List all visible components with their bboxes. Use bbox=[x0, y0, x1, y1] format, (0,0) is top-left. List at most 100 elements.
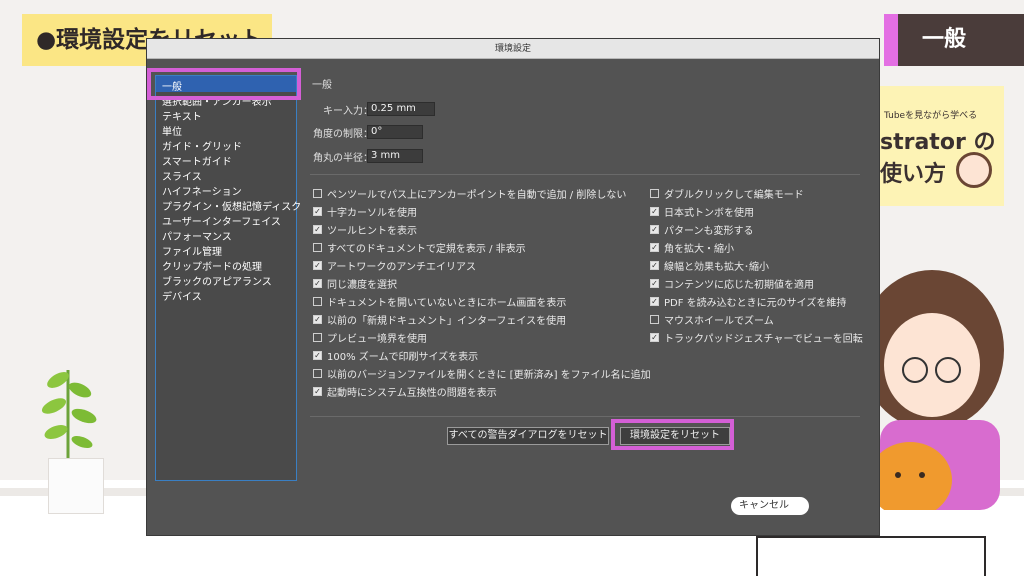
checkbox-label: トラックパッドジェスチャーでビューを回転 bbox=[664, 334, 863, 345]
checkbox-pdf-original-size[interactable]: ✓ PDF を読み込むときに元のサイズを維持 bbox=[650, 294, 846, 309]
checkmark-icon[interactable]: ✓ bbox=[313, 387, 322, 396]
checkbox-box[interactable] bbox=[650, 315, 659, 324]
checkbox-home-screen[interactable]: ドキュメントを開いていないときにホーム画面を表示 bbox=[313, 294, 566, 309]
sidebar-item-clipboard[interactable]: クリップボードの処理 bbox=[162, 258, 262, 273]
checkmark-icon[interactable]: ✓ bbox=[313, 207, 322, 216]
checkbox-box[interactable] bbox=[313, 333, 322, 342]
checkmark-icon[interactable]: ✓ bbox=[313, 225, 322, 234]
checkbox-legacy-new-document[interactable]: ✓ 以前の「新規ドキュメント」インターフェイスを使用 bbox=[313, 312, 566, 327]
promo-subtitle: Tubeを見ながら学べる bbox=[884, 111, 978, 121]
sidebar-item-devices[interactable]: デバイス bbox=[162, 288, 202, 303]
checkbox-label: プレビュー境界を使用 bbox=[327, 334, 427, 345]
checkbox-anti-aliased-artwork[interactable]: ✓ アートワークのアンチエイリアス bbox=[313, 258, 476, 273]
cancel-button[interactable]: キャンセル bbox=[730, 496, 810, 516]
checkbox-box[interactable] bbox=[313, 297, 322, 306]
checkbox-double-click-isolate[interactable]: ダブルクリックして編集モード bbox=[650, 186, 804, 201]
checkbox-label: 角を拡大・縮小 bbox=[664, 244, 734, 255]
checkbox-label: 線幅と効果も拡大･縮小 bbox=[664, 262, 769, 273]
constrain-angle-label: 角度の制限： bbox=[313, 129, 373, 140]
checkbox-trackpad-rotate-view[interactable]: ✓ トラックパッドジェスチャーでビューを回転 bbox=[650, 330, 863, 345]
checkbox-content-aware-defaults[interactable]: ✓ コンテンツに応じた初期値を適用 bbox=[650, 276, 814, 291]
sidebar-item-units[interactable]: 単位 bbox=[162, 123, 182, 138]
corner-radius-input[interactable]: 3 mm bbox=[367, 149, 423, 163]
checkbox-label: ペンツールでパス上にアンカーポイントを自動で追加 / 削除しない bbox=[327, 190, 627, 201]
preferences-sidebar: 一般 選択範囲・アンカー表示 テキスト 単位 ガイド・グリッド スマートガイド … bbox=[155, 75, 301, 481]
desk bbox=[756, 536, 986, 576]
checkbox-rulers-all-docs[interactable]: すべてのドキュメントで定規を表示 / 非表示 bbox=[313, 240, 526, 255]
dialog-title: 環境設定 bbox=[147, 39, 879, 59]
checkbox-transform-patterns[interactable]: ✓ パターンも変形する bbox=[650, 222, 754, 237]
checkbox-label: 起動時にシステム互換性の問題を表示 bbox=[327, 388, 497, 399]
checkbox-label: 同じ濃度を選択 bbox=[327, 280, 397, 291]
checkbox-scale-corners[interactable]: ✓ 角を拡大・縮小 bbox=[650, 240, 734, 255]
checkbox-label: ダブルクリックして編集モード bbox=[664, 190, 804, 201]
checkbox-select-same-tint[interactable]: ✓ 同じ濃度を選択 bbox=[313, 276, 397, 291]
checkbox-append-converted[interactable]: 以前のバージョンファイルを開くときに [更新済み] をファイル名に追加 bbox=[313, 366, 651, 381]
checkbox-preview-bounds[interactable]: プレビュー境界を使用 bbox=[313, 330, 427, 345]
sidebar-item-ui[interactable]: ユーザーインターフェイス bbox=[162, 213, 281, 228]
sidebar-item-smart-guides[interactable]: スマートガイド bbox=[162, 153, 232, 168]
checkmark-icon[interactable]: ✓ bbox=[313, 351, 322, 360]
plant-pot bbox=[48, 458, 104, 514]
checkbox-box[interactable] bbox=[313, 243, 322, 252]
highlight-reset-preferences bbox=[611, 419, 734, 450]
sidebar-item-guides-grid[interactable]: ガイド・グリッド bbox=[162, 138, 242, 153]
checkmark-icon[interactable]: ✓ bbox=[650, 261, 659, 270]
checkbox-label: すべてのドキュメントで定規を表示 / 非表示 bbox=[327, 244, 526, 255]
constrain-angle-input[interactable]: 0° bbox=[367, 125, 423, 139]
checkbox-precise-cursors[interactable]: ✓ 十字カーソルを使用 bbox=[313, 204, 417, 219]
preferences-dialog: 環境設定 一般 選択範囲・アンカー表示 テキスト 単位 ガイド・グリッド スマー… bbox=[146, 38, 880, 536]
keyboard-increment-label: キー入力： bbox=[323, 106, 373, 117]
checkbox-label: 以前の「新規ドキュメント」インターフェイスを使用 bbox=[327, 316, 567, 327]
sidebar-item-text[interactable]: テキスト bbox=[162, 108, 202, 123]
checkbox-print-size-100[interactable]: ✓ 100% ズームで印刷サイズを表示 bbox=[313, 348, 478, 363]
sidebar-item-black-appearance[interactable]: ブラックのアピアランス bbox=[162, 273, 272, 288]
keyboard-increment-input[interactable]: 0.25 mm bbox=[367, 102, 435, 116]
sidebar-item-file-handling[interactable]: ファイル管理 bbox=[162, 243, 222, 258]
checkmark-icon[interactable]: ✓ bbox=[313, 279, 322, 288]
checkbox-label: 十字カーソルを使用 bbox=[327, 208, 417, 219]
checkmark-icon[interactable]: ✓ bbox=[650, 243, 659, 252]
checkbox-scale-strokes-effects[interactable]: ✓ 線幅と効果も拡大･縮小 bbox=[650, 258, 769, 273]
checkmark-icon[interactable]: ✓ bbox=[313, 261, 322, 270]
checkbox-label: コンテンツに応じた初期値を適用 bbox=[664, 280, 814, 291]
corner-radius-label: 角丸の半径： bbox=[313, 153, 373, 164]
checkbox-box[interactable] bbox=[313, 369, 322, 378]
checkmark-icon[interactable]: ✓ bbox=[650, 207, 659, 216]
sidebar-item-slices[interactable]: スライス bbox=[162, 168, 202, 183]
checkmark-icon[interactable]: ✓ bbox=[650, 297, 659, 306]
promo-title-line2: 使い方 bbox=[880, 162, 947, 187]
section-banner: 一般 bbox=[884, 14, 1024, 66]
separator-bottom bbox=[310, 416, 860, 417]
checkbox-label: 100% ズームで印刷サイズを表示 bbox=[327, 352, 479, 363]
checkbox-label: ドキュメントを開いていないときにホーム画面を表示 bbox=[327, 298, 567, 309]
presenter-illustration bbox=[860, 270, 1004, 510]
sidebar-item-plugins[interactable]: プラグイン・仮想記憶ディスク bbox=[162, 198, 301, 213]
checkbox-label: 以前のバージョンファイルを開くときに [更新済み] をファイル名に追加 bbox=[327, 370, 651, 381]
plant-icon bbox=[41, 370, 97, 460]
checkbox-scroll-wheel-zoom[interactable]: マウスホイールでズーム bbox=[650, 312, 774, 327]
checkbox-box[interactable] bbox=[313, 189, 322, 198]
checkmark-icon[interactable]: ✓ bbox=[650, 225, 659, 234]
reset-all-warnings-button[interactable]: すべての警告ダイアログをリセット bbox=[447, 427, 609, 445]
checkbox-disable-auto-add-delete[interactable]: ペンツールでパス上にアンカーポイントを自動で追加 / 削除しない bbox=[313, 186, 626, 201]
checkbox-label: アートワークのアンチエイリアス bbox=[327, 262, 476, 273]
highlight-general bbox=[147, 68, 301, 100]
checkbox-label: 日本式トンボを使用 bbox=[664, 208, 754, 219]
checkbox-label: ツールヒントを表示 bbox=[327, 226, 417, 237]
checkbox-system-compat[interactable]: ✓ 起動時にシステム互換性の問題を表示 bbox=[313, 384, 497, 399]
sidebar-item-hyphenation[interactable]: ハイフネーション bbox=[162, 183, 242, 198]
checkmark-icon[interactable]: ✓ bbox=[650, 333, 659, 342]
sidebar-item-performance[interactable]: パフォーマンス bbox=[162, 228, 232, 243]
checkbox-box[interactable] bbox=[650, 189, 659, 198]
avatar-icon bbox=[956, 152, 992, 188]
separator-top bbox=[310, 174, 860, 175]
checkbox-label: PDF を読み込むときに元のサイズを維持 bbox=[664, 298, 847, 309]
checkmark-icon[interactable]: ✓ bbox=[313, 315, 322, 324]
promo-title-line1: strator の bbox=[880, 130, 996, 155]
checkmark-icon[interactable]: ✓ bbox=[650, 279, 659, 288]
checkbox-japanese-crop-marks[interactable]: ✓ 日本式トンボを使用 bbox=[650, 204, 754, 219]
checkbox-label: マウスホイールでズーム bbox=[664, 316, 774, 327]
checkbox-show-tooltips[interactable]: ✓ ツールヒントを表示 bbox=[313, 222, 417, 237]
checkbox-label: パターンも変形する bbox=[664, 226, 754, 237]
